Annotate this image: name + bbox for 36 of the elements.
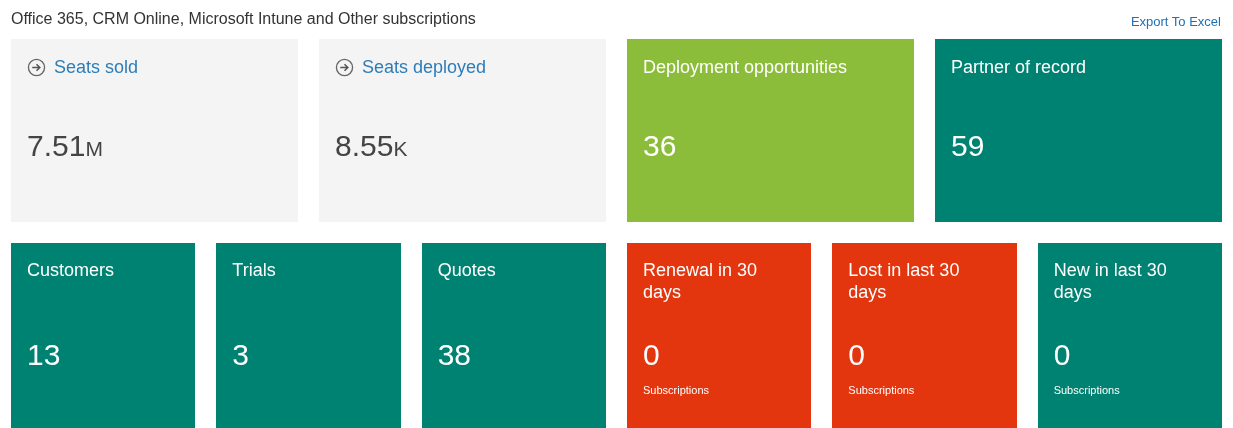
tile-value: 0 — [643, 340, 661, 370]
tile-label: Partner of record — [951, 55, 1087, 79]
metric-tile[interactable]: Customers 13 — [11, 243, 196, 428]
export-link[interactable]: Export To Excel — [1130, 11, 1221, 31]
metric-tile[interactable]: New in last 30 days 0 Subscriptions — [1037, 243, 1222, 428]
tile-value: 59 — [951, 131, 986, 161]
tile-value: 8.55K — [335, 131, 409, 161]
tile-label: Deployment opportunities — [643, 55, 848, 79]
tile-caption: Subscriptions — [643, 383, 711, 398]
metric-tile[interactable]: Seats deployed 8.55K — [319, 39, 606, 222]
tile-value: 0 — [848, 340, 866, 370]
tile-label: Quotes — [437, 259, 497, 282]
metric-tile[interactable]: Seats sold 7.51M — [11, 39, 298, 222]
tile-link[interactable]: Seats deployed — [362, 53, 487, 81]
tile-label: Lost in last 30 days — [848, 259, 961, 303]
tile-value: 38 — [437, 340, 473, 370]
section-title: Office 365, CRM Online, Microsoft Intune and Other subscriptions — [11, 9, 476, 29]
tile-label: Renewal in 30 days — [643, 259, 759, 303]
metric-tile[interactable]: Renewal in 30 days 0 Subscriptions — [627, 243, 812, 428]
tile-label: Customers — [27, 259, 116, 282]
tile-value: 3 — [232, 340, 250, 370]
arrow-circle-icon — [335, 57, 354, 77]
tile-caption: Subscriptions — [1053, 383, 1121, 398]
metric-tile[interactable]: Quotes 38 — [421, 243, 606, 428]
tile-link[interactable]: Seats sold — [54, 53, 139, 81]
tile-value: 13 — [27, 340, 62, 370]
tile-caption: Subscriptions — [848, 383, 916, 398]
tile-value: 7.51M — [27, 131, 104, 161]
arrow-circle-icon — [27, 57, 46, 77]
tile-value: 36 — [643, 131, 678, 161]
tile-label: New in last 30 days — [1053, 259, 1168, 303]
tile-label: Trials — [232, 259, 277, 282]
tile-value: 0 — [1053, 340, 1072, 370]
metric-tile[interactable]: Lost in last 30 days 0 Subscriptions — [832, 243, 1017, 428]
metric-tile[interactable]: Partner of record 59 — [935, 39, 1222, 222]
metric-tile[interactable]: Trials 3 — [216, 243, 401, 428]
